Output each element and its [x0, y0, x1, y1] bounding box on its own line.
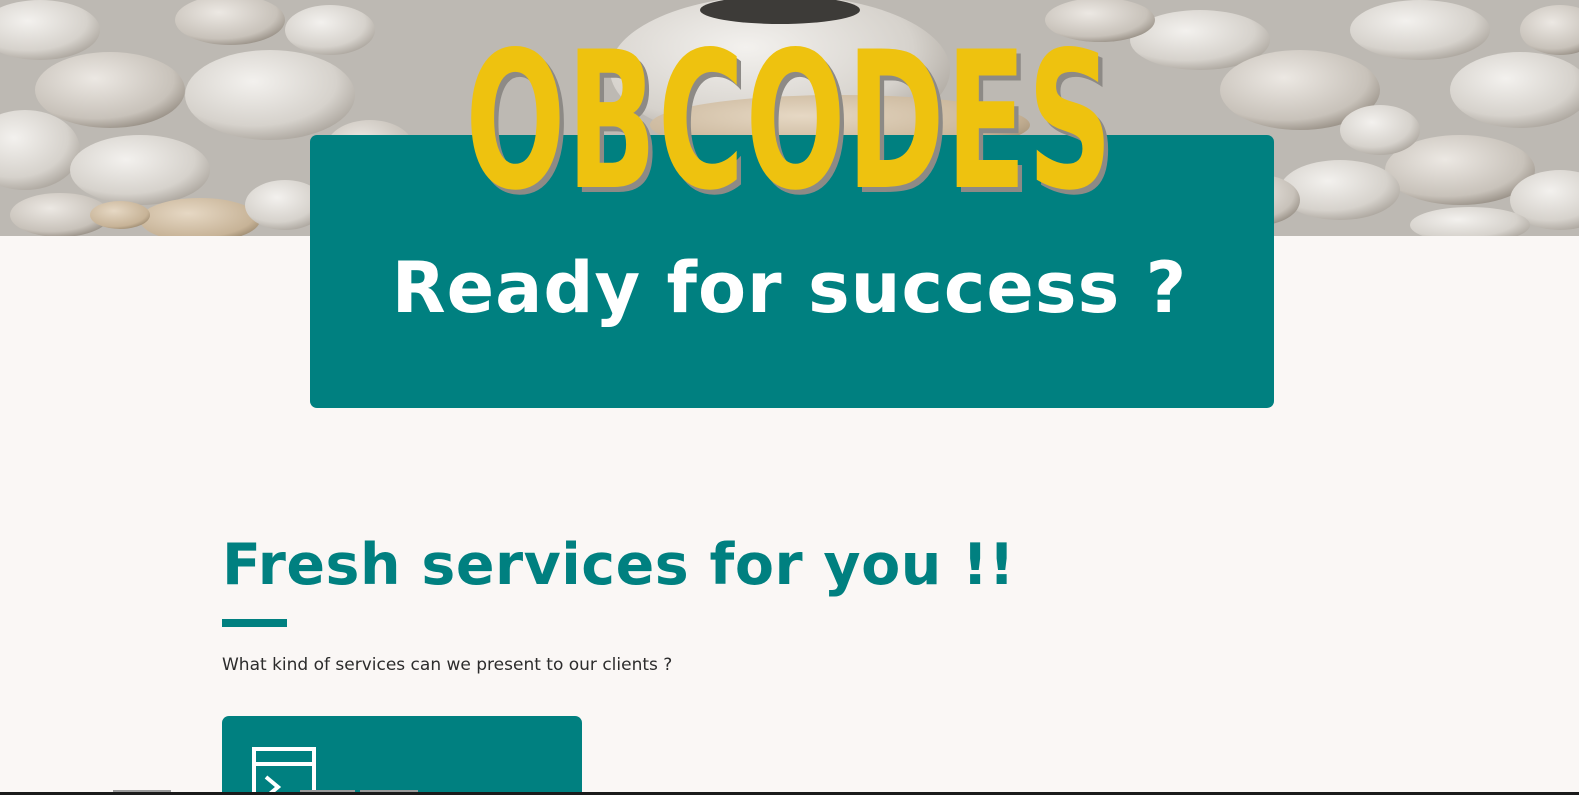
services-heading: Fresh services for you !! — [222, 532, 1016, 598]
bottom-tab — [300, 790, 355, 792]
service-card[interactable] — [222, 716, 582, 795]
hero-subtitle: Ready for success ? — [391, 247, 1188, 329]
page: OBCODES Ready for success ? Fresh servic… — [0, 0, 1579, 795]
brand-title: OBCODES — [465, 11, 1114, 232]
heading-underline — [222, 619, 287, 627]
bottom-tab — [360, 790, 418, 792]
terminal-window-icon — [252, 747, 316, 795]
bottom-tab — [113, 790, 171, 792]
services-description: What kind of services can we present to … — [222, 655, 673, 675]
